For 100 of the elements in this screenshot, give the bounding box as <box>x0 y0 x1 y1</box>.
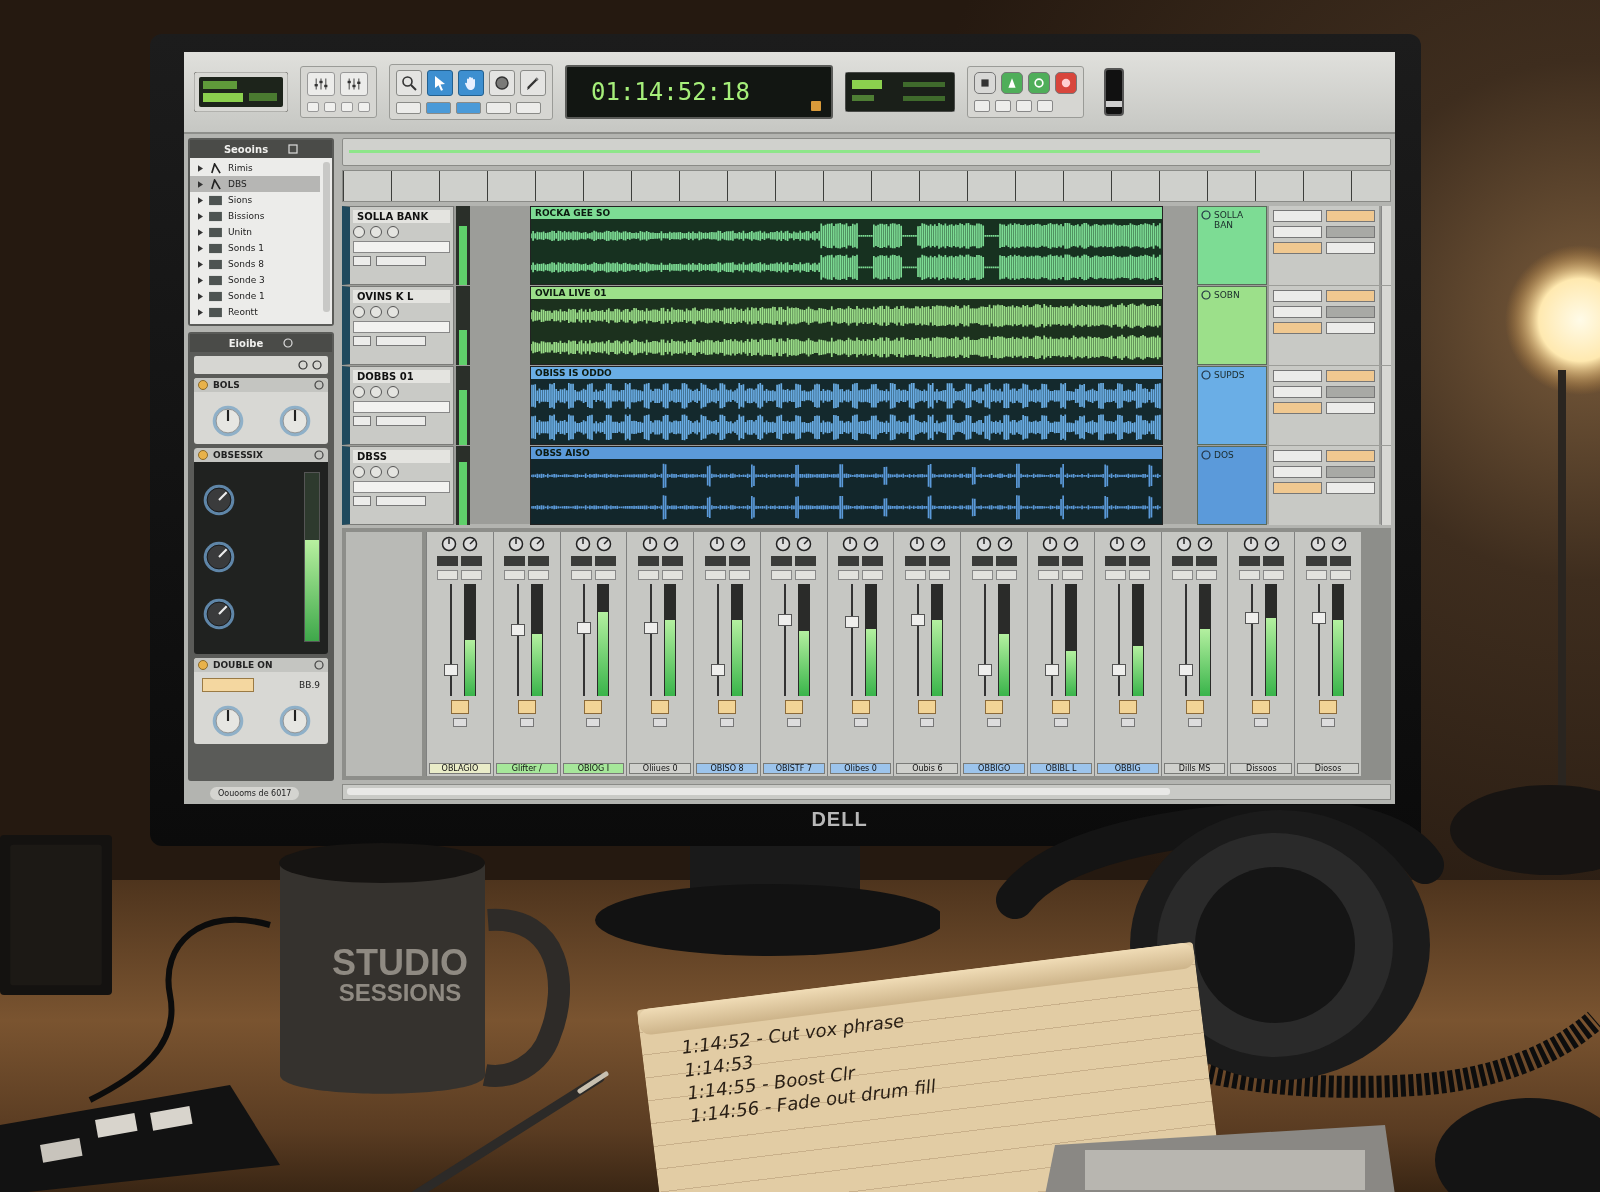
track-color-block[interactable]: DOS <box>1197 446 1267 526</box>
knob-icon[interactable] <box>975 536 992 552</box>
round-button[interactable] <box>353 386 365 398</box>
channel-button[interactable] <box>720 718 735 727</box>
channel-button[interactable] <box>1187 718 1202 727</box>
track-button[interactable] <box>1326 482 1375 494</box>
track-button[interactable] <box>1273 402 1322 414</box>
channel-button[interactable] <box>1062 556 1084 566</box>
browser-item[interactable]: Unitn <box>190 224 320 240</box>
channel-button[interactable] <box>1238 556 1260 566</box>
track-button[interactable] <box>1273 386 1322 398</box>
square-button[interactable] <box>517 700 536 714</box>
tool-button[interactable] <box>520 70 546 96</box>
round-button[interactable] <box>353 306 365 318</box>
knob-icon[interactable] <box>708 536 725 552</box>
knob-icon[interactable] <box>1197 536 1214 552</box>
track-button[interactable] <box>1326 226 1375 238</box>
knob-icon[interactable] <box>1263 536 1280 552</box>
channel-button[interactable] <box>570 556 592 566</box>
channel-button[interactable] <box>1329 556 1351 566</box>
channel-button[interactable] <box>1321 718 1336 727</box>
channel-button[interactable] <box>1305 556 1327 566</box>
mode-button[interactable] <box>516 102 541 114</box>
track-button[interactable] <box>1326 210 1375 222</box>
knob-icon[interactable] <box>529 536 546 552</box>
audio-region[interactable]: OBSS AISO <box>530 446 1163 526</box>
knob-icon[interactable] <box>462 536 479 552</box>
track-button[interactable] <box>376 496 426 506</box>
knob-icon[interactable] <box>1109 536 1126 552</box>
track-button[interactable] <box>1326 386 1375 398</box>
square-button[interactable] <box>584 700 603 714</box>
track-button[interactable] <box>1273 322 1322 334</box>
channel-button[interactable] <box>704 556 726 566</box>
round-button[interactable] <box>370 226 382 238</box>
power-icon[interactable] <box>198 380 208 390</box>
channel-button[interactable] <box>1053 718 1068 727</box>
audio-region[interactable]: ROCKA GEE SO <box>530 206 1163 286</box>
tool-button[interactable] <box>458 70 484 96</box>
browser-item[interactable]: Sonds 8 <box>190 256 320 272</box>
fader-handle[interactable] <box>1178 664 1193 676</box>
channel-button[interactable] <box>528 556 550 566</box>
small-button[interactable] <box>341 102 353 112</box>
channel-button[interactable] <box>1129 556 1151 566</box>
knob-icon[interactable] <box>929 536 946 552</box>
knob-icon[interactable] <box>729 536 746 552</box>
fader-handle[interactable] <box>443 664 458 676</box>
input-field[interactable] <box>353 401 450 413</box>
track-button[interactable] <box>1326 322 1375 334</box>
square-button[interactable] <box>1252 700 1271 714</box>
browser-item[interactable]: Sonde 1 <box>190 288 320 304</box>
square-button[interactable] <box>718 700 737 714</box>
knob-icon[interactable] <box>1242 536 1259 552</box>
track-button[interactable] <box>376 256 426 266</box>
channel-button[interactable] <box>1254 718 1269 727</box>
knob-icon[interactable] <box>662 536 679 552</box>
knob-icon[interactable] <box>595 536 612 552</box>
browser-item[interactable]: Reontt <box>190 304 320 320</box>
toggle-switch[interactable] <box>1104 68 1124 116</box>
horizontal-scrollbar[interactable] <box>342 784 1391 800</box>
track-button[interactable] <box>1273 242 1322 254</box>
square-button[interactable] <box>918 700 937 714</box>
channel-button[interactable] <box>786 718 801 727</box>
tool-button[interactable] <box>427 70 453 96</box>
overview-bar[interactable] <box>342 138 1391 166</box>
scrollbar[interactable] <box>323 162 330 312</box>
small-button[interactable] <box>1037 100 1053 112</box>
browser-item[interactable]: Sonds 1 <box>190 240 320 256</box>
track-button[interactable] <box>1326 306 1375 318</box>
channel-button[interactable] <box>838 556 860 566</box>
track-button[interactable] <box>353 416 371 426</box>
small-button[interactable] <box>358 102 370 112</box>
track-button[interactable] <box>1326 290 1375 302</box>
input-field[interactable] <box>353 321 450 333</box>
knob-icon[interactable] <box>1063 536 1080 552</box>
fader-handle[interactable] <box>711 664 726 676</box>
small-button[interactable] <box>324 102 336 112</box>
scrollbar[interactable] <box>1381 286 1391 366</box>
track-button[interactable] <box>1273 370 1322 382</box>
channel-button[interactable] <box>1196 556 1218 566</box>
fader-handle[interactable] <box>911 614 926 626</box>
fader-handle[interactable] <box>644 622 659 634</box>
round-button[interactable] <box>370 386 382 398</box>
square-button[interactable] <box>450 700 469 714</box>
channel-button[interactable] <box>1105 556 1127 566</box>
knob-icon[interactable] <box>1330 536 1347 552</box>
knob-icon[interactable] <box>441 536 458 552</box>
small-button[interactable] <box>307 102 319 112</box>
mixer-tool-button[interactable] <box>307 72 335 96</box>
track-color-block[interactable]: SOBN <box>1197 286 1267 366</box>
track-button[interactable] <box>376 416 426 426</box>
value-field[interactable] <box>202 678 254 692</box>
channel-button[interactable] <box>661 556 683 566</box>
square-button[interactable] <box>1319 700 1338 714</box>
round-button[interactable] <box>370 306 382 318</box>
channel-button[interactable] <box>928 556 950 566</box>
browser-item[interactable]: DBS <box>190 176 320 192</box>
channel-button[interactable] <box>519 718 534 727</box>
square-button[interactable] <box>851 700 870 714</box>
track-button[interactable] <box>1273 306 1322 318</box>
preset-field[interactable] <box>194 356 328 374</box>
